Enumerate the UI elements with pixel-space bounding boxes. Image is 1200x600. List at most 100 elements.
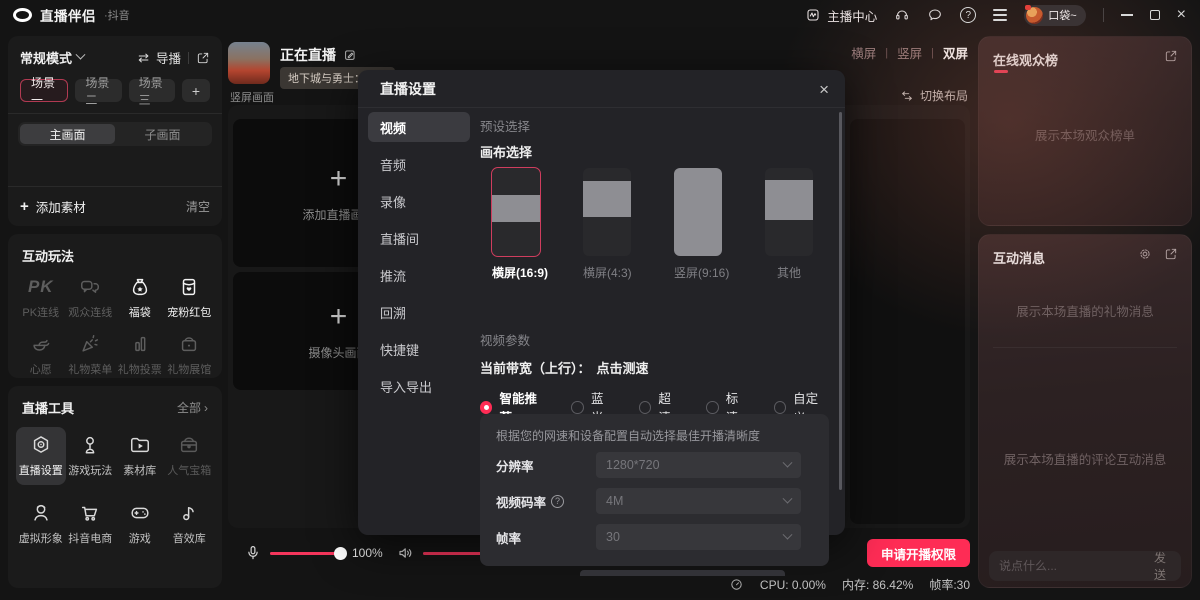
tool-item-material-library[interactable]: 素材库 bbox=[115, 427, 165, 485]
gear-icon[interactable] bbox=[1138, 247, 1152, 261]
interact-item-wish[interactable]: 心愿 bbox=[16, 332, 66, 377]
tool-item-games[interactable]: 游戏 bbox=[115, 495, 165, 553]
gamepad-icon bbox=[129, 502, 151, 524]
chevron-down-icon bbox=[783, 529, 793, 539]
audience-panel-title[interactable]: 在线观众榜 bbox=[993, 50, 1058, 69]
tools-all-link[interactable]: 全部 › bbox=[177, 399, 208, 416]
menu-item-audio[interactable]: 音频 bbox=[368, 149, 470, 179]
radio-icon bbox=[480, 401, 492, 414]
tab-portrait[interactable]: 竖屏 bbox=[897, 43, 922, 62]
interact-item-lucky-bag[interactable]: 福袋 bbox=[115, 275, 165, 320]
switch-layout-icon bbox=[900, 89, 914, 103]
cart-icon bbox=[79, 502, 101, 524]
video-params-label: 视频参数 bbox=[480, 330, 530, 349]
mode-selector[interactable]: 常规模式 bbox=[20, 48, 72, 67]
apply-broadcast-button[interactable]: 申请开播权限 bbox=[867, 539, 970, 567]
mic-volume-slider[interactable] bbox=[270, 552, 344, 555]
preset-label: 预设选择 bbox=[480, 116, 530, 135]
tool-item-popularity-box[interactable]: 人气宝箱 bbox=[165, 427, 215, 485]
maximize-button[interactable] bbox=[1150, 10, 1160, 20]
slider-knob[interactable] bbox=[334, 547, 347, 560]
live-settings-icon bbox=[30, 434, 52, 456]
help-circle-icon[interactable]: ? bbox=[551, 495, 564, 508]
menu-item-rewind[interactable]: 回溯 bbox=[368, 297, 470, 327]
help-icon[interactable]: ? bbox=[960, 7, 976, 23]
canvas-option-other[interactable] bbox=[765, 168, 813, 256]
framerate-select[interactable]: 30 bbox=[596, 524, 801, 550]
menu-item-live-room[interactable]: 直播间 bbox=[368, 223, 470, 253]
avatar-person-icon bbox=[30, 502, 52, 524]
scene-tab-1[interactable]: 场景一 bbox=[20, 79, 68, 102]
view-mode-tabs: 横屏 | 竖屏 | 双屏 bbox=[851, 43, 968, 62]
add-material-button[interactable]: + 添加素材 bbox=[20, 197, 86, 216]
canvas-option-9-16[interactable] bbox=[674, 168, 722, 256]
tool-item-sound-library[interactable]: 音效库 bbox=[165, 495, 215, 553]
bubbles-icon bbox=[79, 276, 101, 298]
anchor-center-button[interactable]: 主播中心 bbox=[805, 6, 877, 25]
headset-icon[interactable] bbox=[894, 7, 910, 23]
canvas-option-16-9[interactable] bbox=[492, 168, 540, 256]
menu-item-import-export[interactable]: 导入导出 bbox=[368, 371, 470, 401]
bitrate-select[interactable]: 4M bbox=[596, 488, 801, 514]
gift-box-icon bbox=[178, 333, 200, 355]
interact-item-audience-link[interactable]: 观众连线 bbox=[66, 275, 116, 320]
canvas-option-label: 竖屏(9:16) bbox=[674, 264, 722, 281]
popout-icon[interactable] bbox=[1164, 49, 1178, 63]
menu-item-recording[interactable]: 录像 bbox=[368, 186, 470, 216]
tool-item-virtual-avatar[interactable]: 虚拟形象 bbox=[16, 495, 66, 553]
tab-landscape[interactable]: 横屏 bbox=[851, 43, 876, 62]
radio-icon bbox=[571, 401, 584, 414]
canvas-option-4-3[interactable] bbox=[583, 168, 631, 256]
gift-empty-text: 展示本场直播的礼物消息 bbox=[979, 301, 1191, 320]
chat-input[interactable] bbox=[999, 559, 1154, 573]
menu-item-hotkeys[interactable]: 快捷键 bbox=[368, 334, 470, 364]
vote-chart-icon bbox=[129, 333, 151, 355]
titlebar-separator bbox=[1103, 8, 1104, 22]
tab-sub-view[interactable]: 子画面 bbox=[115, 124, 210, 144]
chevron-down-icon bbox=[783, 457, 793, 467]
active-tab-indicator bbox=[994, 70, 1008, 73]
clear-button[interactable]: 清空 bbox=[186, 198, 210, 215]
chat-icon[interactable] bbox=[927, 7, 943, 23]
scene-tab-2[interactable]: 场景二 bbox=[75, 79, 121, 102]
director-button[interactable]: 导播 bbox=[156, 48, 181, 67]
mic-volume-value: 100% bbox=[352, 546, 383, 560]
dialog-scrollbar[interactable] bbox=[839, 112, 842, 490]
send-button[interactable]: 发送 bbox=[1154, 549, 1171, 583]
popout-icon[interactable] bbox=[196, 51, 210, 65]
interact-item-gift-hall[interactable]: 礼物展馆 bbox=[165, 332, 215, 377]
menu-icon[interactable] bbox=[993, 9, 1007, 20]
scene-tab-3[interactable]: 场景三 bbox=[129, 79, 175, 102]
dialog-close-icon[interactable]: × bbox=[819, 81, 829, 98]
minimize-button[interactable] bbox=[1121, 14, 1133, 16]
popout-icon[interactable] bbox=[1164, 247, 1178, 261]
scene-tabs: 场景一 场景二 场景三 + bbox=[8, 67, 222, 102]
tool-item-game-play[interactable]: 游戏玩法 bbox=[66, 427, 116, 485]
menu-item-push-stream[interactable]: 推流 bbox=[368, 260, 470, 290]
add-scene-button[interactable]: + bbox=[182, 79, 210, 102]
mic-icon[interactable] bbox=[244, 544, 262, 562]
tool-item-douyin-ecommerce[interactable]: 抖音电商 bbox=[66, 495, 116, 553]
gauge-icon[interactable] bbox=[729, 577, 744, 592]
interact-item-red-packet[interactable]: 宠粉红包 bbox=[165, 275, 215, 320]
interact-item-gift-menu[interactable]: 礼物菜单 bbox=[66, 332, 116, 377]
dialog-title: 直播设置 bbox=[380, 79, 436, 99]
user-account[interactable]: 口袋~ bbox=[1024, 5, 1085, 26]
tools-panel: 直播工具 全部 › 直播设置 游戏玩法 素材库 人气宝箱 虚拟形象 抖音电商 bbox=[8, 386, 222, 588]
resolution-select[interactable]: 1280*720 bbox=[596, 452, 801, 478]
plus-icon: + bbox=[330, 302, 348, 332]
switch-layout-button[interactable]: 切换布局 bbox=[900, 87, 968, 104]
interact-item-pk[interactable]: PK PK连线 bbox=[16, 275, 66, 320]
interact-item-gift-vote[interactable]: 礼物投票 bbox=[115, 332, 165, 377]
tab-main-view[interactable]: 主画面 bbox=[20, 124, 115, 144]
chat-input-box: 发送 bbox=[989, 551, 1181, 581]
tab-dual-screen[interactable]: 双屏 bbox=[943, 43, 968, 62]
close-button[interactable]: × bbox=[1177, 7, 1186, 23]
anchor-center-icon bbox=[805, 7, 821, 23]
speed-test-link[interactable]: 点击测速 bbox=[597, 358, 649, 377]
menu-item-video[interactable]: 视频 bbox=[368, 112, 470, 142]
edit-icon[interactable] bbox=[343, 48, 357, 62]
comment-empty-text: 展示本场直播的评论互动消息 bbox=[979, 449, 1191, 468]
tool-item-live-settings[interactable]: 直播设置 bbox=[16, 427, 66, 485]
speaker-icon[interactable] bbox=[397, 544, 415, 562]
